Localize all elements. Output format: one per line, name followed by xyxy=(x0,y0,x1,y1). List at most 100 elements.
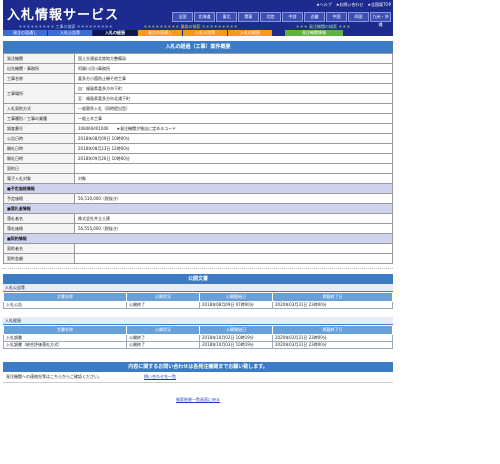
back-to-results-link[interactable]: 検索結果一覧画面に戻る xyxy=(3,397,393,403)
tab-service-outlook[interactable]: 発注の見通し xyxy=(138,30,182,36)
field-value: 至：福島県喜多方市北浦下町 xyxy=(74,93,393,104)
field-label: 予定価格 xyxy=(3,193,75,204)
col-status: 公開状況 xyxy=(126,325,200,335)
field-value xyxy=(74,243,393,254)
section-label: ■予定価格情報 xyxy=(3,183,393,194)
detail-row: 開札日時 2018年08月23日 12時00分 xyxy=(3,143,393,154)
progress-docs-table: 文書名称 公開状況 公開開始日 掲載終了日 入札調書 公開終了 2018年10月… xyxy=(3,325,393,349)
section-row: ■契約情報 xyxy=(3,233,393,244)
doc-group-progress: 入札経過 文書名称 公開状況 公開開始日 掲載終了日 入札調書 公開終了 201… xyxy=(3,317,393,349)
region-nav: 全国 北海道 東北 関東 北陸 中部 近畿 中国 四国 九州・沖縄 xyxy=(172,12,391,27)
region-tohoku[interactable]: 東北 xyxy=(216,12,237,22)
inquiry-label: 発注機関への連絡先等はこちらからご確認ください。 xyxy=(6,374,102,379)
region-kanto[interactable]: 関東 xyxy=(238,12,259,22)
doc-name-link[interactable]: 入札調書 xyxy=(3,334,127,342)
doc-start: 2018年08月09日 07時00分 xyxy=(199,301,273,309)
field-label: 工事名称 xyxy=(3,73,75,84)
region-hokuriku[interactable]: 北陸 xyxy=(260,12,281,22)
main-tabs: 発注の見通し 入札公告等 入札の経過 発注の見通し 入札公告等 入札の経過 発注… xyxy=(3,30,393,36)
public-docs-title: 公開文書 xyxy=(3,274,393,284)
help-link[interactable]: ★ヘルプ xyxy=(316,2,332,8)
field-value: 108460401006 ★発注機関が独自に定めるコード xyxy=(74,123,393,134)
field-label: 入札契約方式 xyxy=(3,103,75,114)
doc-name-link[interactable]: 入札公告 xyxy=(3,301,127,309)
site-logo[interactable]: 入札情報サービス xyxy=(7,4,119,23)
inquiry-row: 発注機関への連絡先等はこちらからご確認ください。 問い合わせ先一覧 xyxy=(3,372,393,383)
doc-start: 2018年10月02日 10時19分 xyxy=(199,334,273,342)
header-links: ★ヘルプ ★お問い合わせ ★全国版TOP xyxy=(316,2,391,8)
field-value: 国土交通省北陸地方整備局 xyxy=(74,53,393,64)
detail-row: 契約者名 xyxy=(3,243,393,254)
field-label: 工事種別／工事の業種 xyxy=(3,113,75,124)
tab-construction-outlook[interactable]: 発注の見通し xyxy=(3,30,47,36)
section-label: ■契約情報 xyxy=(3,233,393,244)
detail-row: 契約金額 xyxy=(3,253,393,264)
field-value: 2018年08月23日 12時00分 xyxy=(74,143,393,154)
region-shikoku[interactable]: 四国 xyxy=(348,12,369,22)
detail-row: 工事名称 喜多方小舘防止柵そ他工事 xyxy=(3,73,393,84)
doc-group-title: 入札公告等 xyxy=(3,284,393,292)
field-value: 株式会社共立土建 xyxy=(74,213,393,224)
field-value: 56,555,000（税抜き） xyxy=(74,223,393,234)
detail-row: 公告日時 2018年08月09日 10時00分 xyxy=(3,133,393,144)
doc-group-notice: 入札公告等 文書名称 公開状況 公開開始日 掲載終了日 入札公告 公開終了 20… xyxy=(3,284,393,309)
field-label: 調査番号 xyxy=(3,123,75,134)
page-title: 入札の経過（工事）案件概要 xyxy=(3,41,393,53)
detail-row: 予定価格 56,510,000（税抜き） xyxy=(3,193,393,204)
site-header: 入札情報サービス ★ヘルプ ★お問い合わせ ★全国版TOP 全国 北海道 東北 … xyxy=(3,0,393,36)
region-national[interactable]: 全国 xyxy=(172,12,193,22)
region-chugoku[interactable]: 中国 xyxy=(326,12,347,22)
field-value: 一般土木工事 xyxy=(74,113,393,124)
field-label: 契約者名 xyxy=(3,243,75,254)
field-label: 工事場所 xyxy=(3,83,75,104)
inquiry-title: 内容に関するお問い合わせは各発注機関までお願い致します。 xyxy=(3,362,393,372)
detail-row: 電子入札対象 対象 xyxy=(3,173,393,184)
region-chubu[interactable]: 中部 xyxy=(282,12,303,22)
doc-status: 公開終了 xyxy=(126,341,200,349)
field-value xyxy=(74,163,393,174)
doc-name-link[interactable]: 入札調書（総合評価落札方式） xyxy=(3,341,127,349)
table-row: 入札調書（総合評価落札方式） 公開終了 2018年10月03日 10時19分 2… xyxy=(3,341,393,349)
doc-start: 2018年10月03日 10時19分 xyxy=(199,341,273,349)
tab-service-notice[interactable]: 入札公告等 xyxy=(183,30,227,36)
detail-row: 落札者名 株式会社共立土建 xyxy=(3,213,393,224)
field-label: 電子入札対象 xyxy=(3,173,75,184)
inquiry-list-link[interactable]: 問い合わせ先一覧 xyxy=(144,372,176,382)
field-value xyxy=(74,253,393,264)
contact-link[interactable]: ★お問い合わせ xyxy=(336,2,364,8)
national-top-link[interactable]: ★全国版TOP xyxy=(367,2,391,8)
field-label: 出先機関・事務所 xyxy=(3,63,75,74)
region-kyushu[interactable]: 九州・沖縄 xyxy=(370,12,391,27)
region-hokkaido[interactable]: 北海道 xyxy=(194,12,215,22)
divider xyxy=(3,268,393,269)
table-row: 入札調書 公開終了 2018年10月02日 10時19分 2020年03月31日… xyxy=(3,334,393,342)
tab-service-progress[interactable]: 入札の経過 xyxy=(228,30,272,36)
detail-row: 出先機関・事務所 阿賀川河川事務所 xyxy=(3,63,393,74)
field-label: 落札価格 xyxy=(3,223,75,234)
tab-construction-progress[interactable]: 入札の経過 xyxy=(93,30,137,36)
col-status: 公開状況 xyxy=(126,292,200,302)
field-label: 発注機関 xyxy=(3,53,75,64)
field-label: 開札日時 xyxy=(3,153,75,164)
detail-row: 落札価格 56,555,000（税抜き） xyxy=(3,223,393,234)
field-value: 喜多方小舘防止柵そ他工事 xyxy=(74,73,393,84)
col-doc-name: 文書名称 xyxy=(3,292,127,302)
case-summary: 入札の経過（工事）案件概要 発注機関 国土交通省北陸地方整備局 出先機関・事務所 阿賀… xyxy=(3,41,393,264)
table-row: 入札公告 公開終了 2018年08月09日 07時00分 2020年03月31日… xyxy=(3,301,393,309)
case-detail-table: 発注機関 国土交通省北陸地方整備局 出先機関・事務所 阿賀川河川事務所 工事名称 喜多方小… xyxy=(3,53,393,264)
doc-status: 公開終了 xyxy=(126,301,200,309)
doc-end: 2020年03月31日 23時00分 xyxy=(272,334,393,342)
region-kinki[interactable]: 近畿 xyxy=(304,12,325,22)
tab-agency-info[interactable]: 発注機関情報 xyxy=(285,30,343,36)
section-row: ■落札者情報 xyxy=(3,203,393,214)
field-label: 落札者名 xyxy=(3,213,75,224)
section-row: ■予定価格情報 xyxy=(3,183,393,194)
detail-row: 工事種別／工事の業種 一般土木工事 xyxy=(3,113,393,124)
col-doc-name: 文書名称 xyxy=(3,325,127,335)
field-value: 2018年09月26日 10時00分 xyxy=(74,153,393,164)
field-label: 公告日時 xyxy=(3,133,75,144)
field-label: 開札日時 xyxy=(3,143,75,154)
detail-row: 契約日 xyxy=(3,163,393,174)
tab-construction-notice[interactable]: 入札公告等 xyxy=(48,30,92,36)
field-value: 一般競争入札（同時提出型） xyxy=(74,103,393,114)
